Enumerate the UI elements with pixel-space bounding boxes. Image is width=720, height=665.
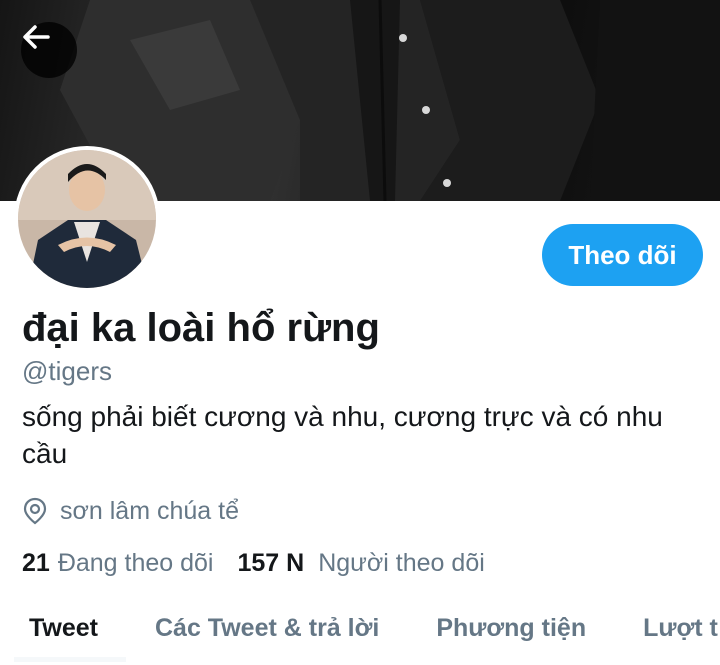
following-stat[interactable]: 21 Đang theo dõi xyxy=(22,549,214,578)
back-button[interactable] xyxy=(21,22,77,78)
arrow-left-icon xyxy=(23,25,50,49)
tab-media[interactable]: Phương tiện xyxy=(436,606,586,665)
follow-stats: 21 Đang theo dõi 157 N Người theo dõi xyxy=(22,545,485,581)
profile-location: sơn lâm chúa tể xyxy=(22,495,239,527)
followers-stat[interactable]: 157 N Người theo dõi xyxy=(238,549,485,578)
tab-likes[interactable]: Lượt t xyxy=(643,606,718,665)
username-handle: @tigers xyxy=(22,356,112,386)
following-count: 21 xyxy=(22,548,50,577)
follow-button[interactable]: Theo dõi xyxy=(542,224,703,286)
location-pin-icon xyxy=(23,497,47,525)
tab-tweets-and-replies[interactable]: Các Tweet & trả lời xyxy=(155,606,379,665)
avatar-image xyxy=(18,150,156,288)
followers-count: 157 N xyxy=(237,548,305,577)
location-text: sơn lâm chúa tể xyxy=(60,496,239,525)
avatar[interactable] xyxy=(14,146,160,292)
follow-button-label: Theo dõi xyxy=(568,239,677,270)
profile-bio: sống phải biết cương và nhu, cương trực … xyxy=(22,401,663,469)
followers-label: Người theo dõi xyxy=(318,548,485,577)
active-tab-indicator xyxy=(14,657,126,662)
following-label: Đang theo dõi xyxy=(57,548,214,577)
display-name: đại ka loài hổ rừng xyxy=(22,306,380,350)
